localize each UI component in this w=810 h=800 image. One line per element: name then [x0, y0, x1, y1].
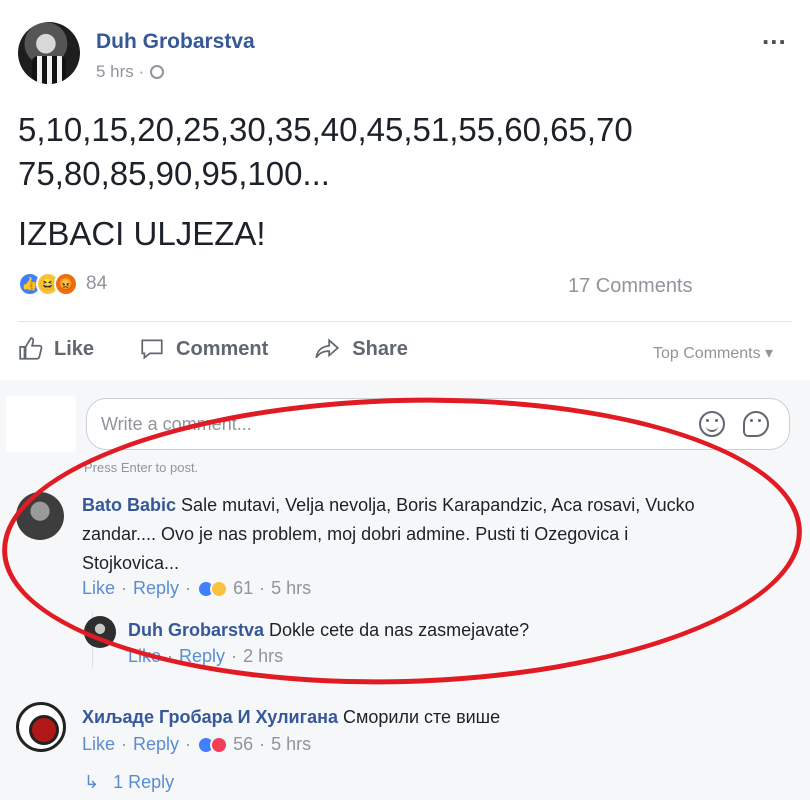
- reply-arrow-icon: ↳: [84, 772, 100, 792]
- post-text-line-2: 75,80,85,90,95,100...: [18, 155, 330, 192]
- comment-time[interactable]: 2 hrs: [243, 646, 283, 667]
- comment-author[interactable]: Bato Babic: [82, 495, 176, 515]
- reply-body: Duh Grobarstva Dokle cete da nas zasmeja…: [128, 616, 728, 645]
- separator: ·: [167, 646, 174, 666]
- separator: ·: [231, 646, 238, 666]
- comment-actions: Like · Reply · 56 · 5 hrs: [82, 734, 311, 755]
- comment-icon: [141, 339, 163, 360]
- view-replies-link[interactable]: ↳ 1 Reply: [84, 772, 174, 793]
- separator: ·: [259, 578, 266, 598]
- reactions-summary[interactable]: 👍 😆 😡 84: [18, 272, 107, 296]
- comment-label: Comment: [176, 337, 269, 360]
- author-avatar[interactable]: [18, 22, 80, 84]
- comment-actions: Like · Reply · 61 · 5 hrs: [82, 578, 311, 599]
- comment-text: Сморили сте више: [343, 707, 501, 727]
- avatar-jersey: [32, 56, 66, 84]
- comment-like-link[interactable]: Like: [82, 578, 115, 599]
- post-text: 5,10,15,20,25,30,35,40,45,51,55,60,65,70…: [18, 108, 798, 256]
- comment-reply-link[interactable]: Reply: [133, 578, 179, 599]
- post-time[interactable]: 5 hrs ·: [96, 62, 144, 82]
- like-button[interactable]: Like: [18, 336, 94, 362]
- thumbs-up-icon: [19, 337, 43, 360]
- share-label: Share: [352, 337, 408, 360]
- share-button[interactable]: Share: [312, 336, 408, 362]
- commenter-avatar[interactable]: [16, 492, 64, 540]
- comment-input[interactable]: [101, 411, 661, 437]
- composer-hint: Press Enter to post.: [84, 460, 199, 475]
- top-comments-dropdown[interactable]: Top Comments ▾: [653, 343, 773, 363]
- separator: ·: [121, 734, 128, 754]
- heart-reaction-icon: [210, 735, 229, 754]
- post-meta: 5 hrs ·: [96, 62, 165, 82]
- comment-time[interactable]: 5 hrs: [271, 734, 311, 755]
- comment-like-link[interactable]: Like: [82, 734, 115, 755]
- post-actions: Like Comment Share: [18, 336, 452, 362]
- reaction-count: 84: [86, 273, 108, 294]
- separator: ·: [121, 578, 128, 598]
- post-text-line-3: IZBACI ULJEZA!: [18, 215, 266, 252]
- more-options-button[interactable]: ...: [762, 20, 787, 51]
- comments-count-link[interactable]: 17 Comments: [568, 275, 693, 298]
- comment-author[interactable]: Хиљаде Гробара И Хулигана: [82, 707, 338, 727]
- comment-reply-link[interactable]: Reply: [179, 646, 225, 667]
- emoji-icon[interactable]: [699, 411, 725, 437]
- comment-button[interactable]: Comment: [138, 336, 268, 362]
- sticker-icon[interactable]: [743, 411, 769, 437]
- separator: ·: [185, 734, 192, 754]
- view-replies-label: 1 Reply: [113, 772, 175, 792]
- comment-actions: Like · Reply · 2 hrs: [128, 646, 283, 667]
- comment-time[interactable]: 5 hrs: [271, 578, 311, 599]
- divider: [18, 321, 792, 322]
- angry-reaction-icon: 😡: [54, 272, 78, 296]
- separator: ·: [259, 734, 266, 754]
- globe-icon: [150, 65, 165, 79]
- comment-like-link[interactable]: Like: [128, 646, 161, 667]
- comment-reaction-count[interactable]: 56: [233, 734, 253, 755]
- haha-reaction-icon: [210, 579, 229, 598]
- comment-body: Bato Babic Sale mutavi, Velja nevolja, B…: [82, 491, 722, 578]
- post-author[interactable]: Duh Grobarstva: [96, 30, 255, 54]
- commenter-avatar[interactable]: [16, 702, 66, 752]
- share-icon: [315, 338, 340, 359]
- comment-reply-link[interactable]: Reply: [133, 734, 179, 755]
- like-label: Like: [54, 337, 95, 360]
- viewer-avatar: [6, 396, 76, 452]
- comment-reaction-count[interactable]: 61: [233, 578, 253, 599]
- comment-composer[interactable]: [86, 398, 790, 450]
- comment-text: Dokle cete da nas zasmejavate?: [269, 620, 530, 640]
- post-text-line-1: 5,10,15,20,25,30,35,40,45,51,55,60,65,70: [18, 111, 633, 148]
- comment-body: Хиљаде Гробара И Хулигана Сморили сте ви…: [82, 703, 782, 732]
- commenter-avatar[interactable]: [84, 616, 116, 648]
- post-card: Duh Grobarstva 5 hrs · ... 5,10,15,20,25…: [0, 0, 810, 380]
- comment-author[interactable]: Duh Grobarstva: [128, 620, 264, 640]
- separator: ·: [185, 578, 192, 598]
